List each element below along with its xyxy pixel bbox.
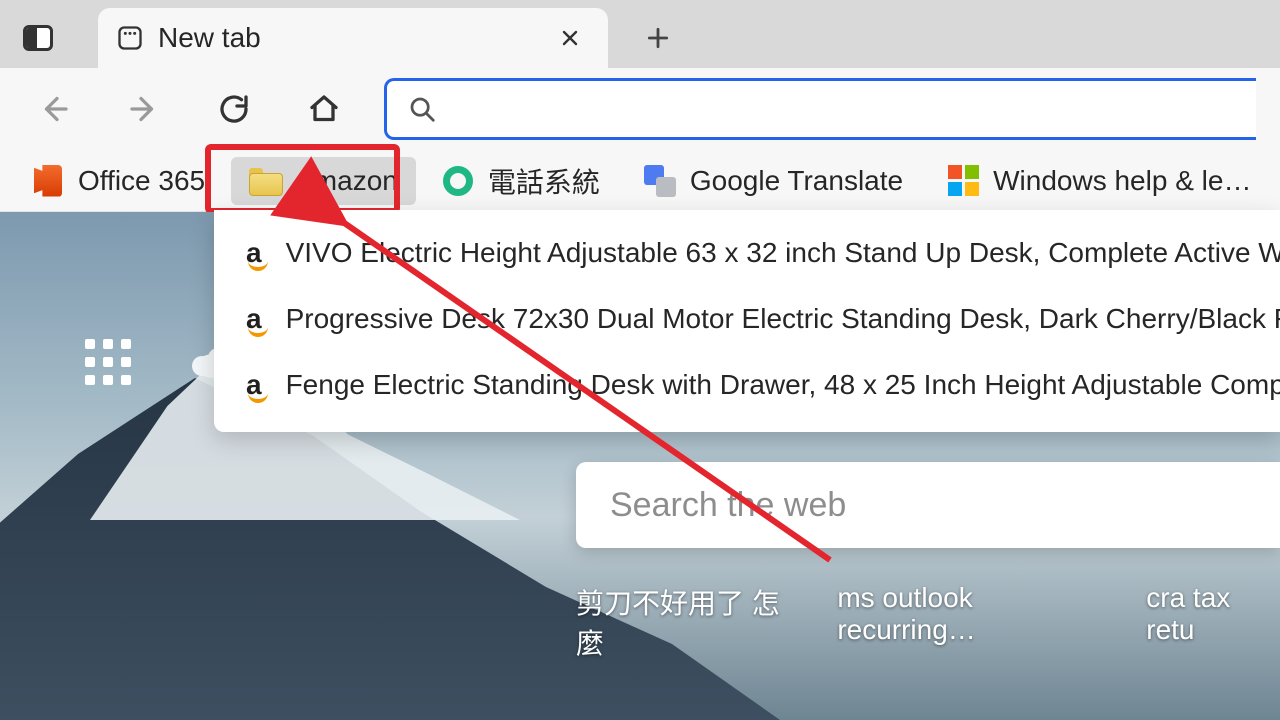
bookmark-item[interactable]: a VIVO Electric Height Adjustable 63 x 3…: [214, 220, 1280, 286]
trending-item[interactable]: 剪刀不好用了 怎麼: [576, 582, 797, 662]
web-search-box[interactable]: Search the web: [576, 462, 1280, 548]
page-icon: [116, 24, 144, 52]
refresh-button[interactable]: [204, 79, 264, 139]
fav-label: Google Translate: [690, 165, 903, 197]
fav-amazon-folder[interactable]: Amazon: [231, 157, 416, 205]
refresh-icon: [216, 91, 252, 127]
search-placeholder: Search the web: [610, 486, 846, 525]
bookmark-label: VIVO Electric Height Adjustable 63 x 32 …: [286, 237, 1280, 269]
apps-grid-icon: [85, 339, 131, 385]
arrow-left-icon: [36, 91, 72, 127]
folder-icon: [249, 165, 281, 197]
bookmark-item[interactable]: a Progressive Desk 72x30 Dual Motor Elec…: [214, 286, 1280, 352]
new-tab-button[interactable]: [628, 8, 688, 68]
ring-icon: [442, 165, 474, 197]
tab-title: New tab: [158, 22, 261, 54]
close-icon: [560, 28, 580, 48]
fav-label: Amazon: [295, 165, 398, 197]
tab-actions-icon: [23, 25, 53, 51]
fav-phone-system[interactable]: 電話系統: [424, 157, 618, 205]
amazon-icon: a: [246, 235, 262, 271]
home-icon: [306, 91, 342, 127]
fav-label: 電話系統: [488, 161, 600, 201]
nav-toolbar: [0, 68, 1280, 150]
trending-item[interactable]: ms outlook recurring…: [837, 582, 1106, 662]
search-icon: [407, 94, 437, 124]
bookmark-label: Fenge Electric Standing Desk with Drawer…: [286, 369, 1280, 401]
bookmark-folder-dropdown: a VIVO Electric Height Adjustable 63 x 3…: [214, 210, 1280, 432]
home-button[interactable]: [294, 79, 354, 139]
arrow-right-icon: [126, 91, 162, 127]
fav-google-translate[interactable]: Google Translate: [626, 157, 921, 205]
office-icon: [32, 165, 64, 197]
address-bar[interactable]: [384, 78, 1256, 140]
back-button[interactable]: [24, 79, 84, 139]
translate-icon: [644, 165, 676, 197]
fav-label: Windows help & le…: [993, 165, 1251, 197]
tab-strip: New tab: [0, 0, 1280, 68]
fav-windows-help[interactable]: Windows help & le…: [929, 157, 1269, 205]
tab-close-button[interactable]: [550, 18, 590, 58]
forward-button[interactable]: [114, 79, 174, 139]
trending-searches: 剪刀不好用了 怎麼 ms outlook recurring… cra tax …: [576, 582, 1280, 662]
amazon-icon: a: [246, 301, 262, 337]
browser-tab[interactable]: New tab: [98, 8, 608, 68]
apps-launcher-button[interactable]: [78, 332, 138, 392]
bookmark-label: Progressive Desk 72x30 Dual Motor Electr…: [286, 303, 1280, 335]
tab-actions-button[interactable]: [8, 8, 68, 68]
bookmark-item[interactable]: a Fenge Electric Standing Desk with Draw…: [214, 352, 1280, 418]
fav-office-365[interactable]: Office 365: [14, 157, 223, 205]
trending-item[interactable]: cra tax retu: [1146, 582, 1280, 662]
fav-label: Office 365: [78, 165, 205, 197]
favorites-bar: Office 365 Amazon 電話系統 Google Translate …: [0, 150, 1280, 212]
plus-icon: [645, 25, 671, 51]
amazon-icon: a: [246, 367, 262, 403]
windows-icon: [947, 165, 979, 197]
